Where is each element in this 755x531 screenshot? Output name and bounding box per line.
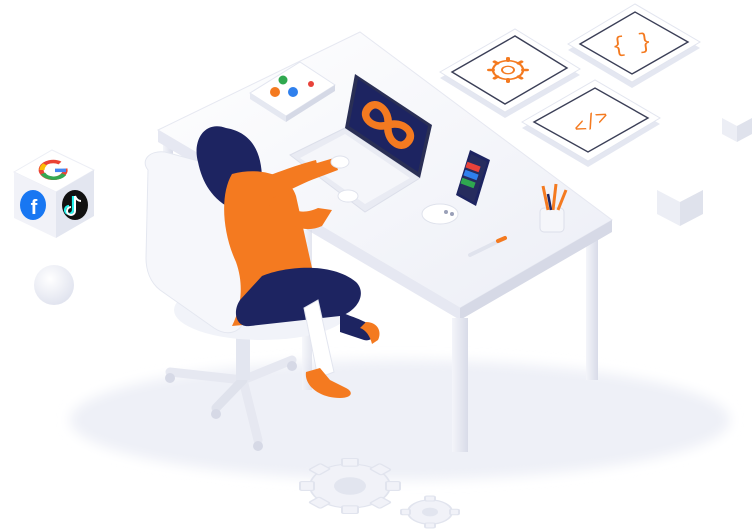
- tiktok-icon: [62, 190, 88, 220]
- mouse: [421, 203, 459, 225]
- decorative-sphere: [34, 265, 74, 305]
- svg-text:f: f: [31, 197, 38, 219]
- facebook-icon: f: [20, 190, 46, 220]
- small-cube-right: [722, 110, 752, 142]
- gear-large-icon: [299, 457, 401, 515]
- illustration-scene: { } </> f REPORT: [0, 0, 755, 531]
- small-cube-mid: [657, 178, 703, 226]
- developer-desk-illustration: { } </> f REPORT: [12, 3, 752, 529]
- social-media-cube: f: [12, 149, 96, 238]
- gear-small-icon: [400, 495, 460, 529]
- code-tile-braces: { }: [567, 3, 701, 88]
